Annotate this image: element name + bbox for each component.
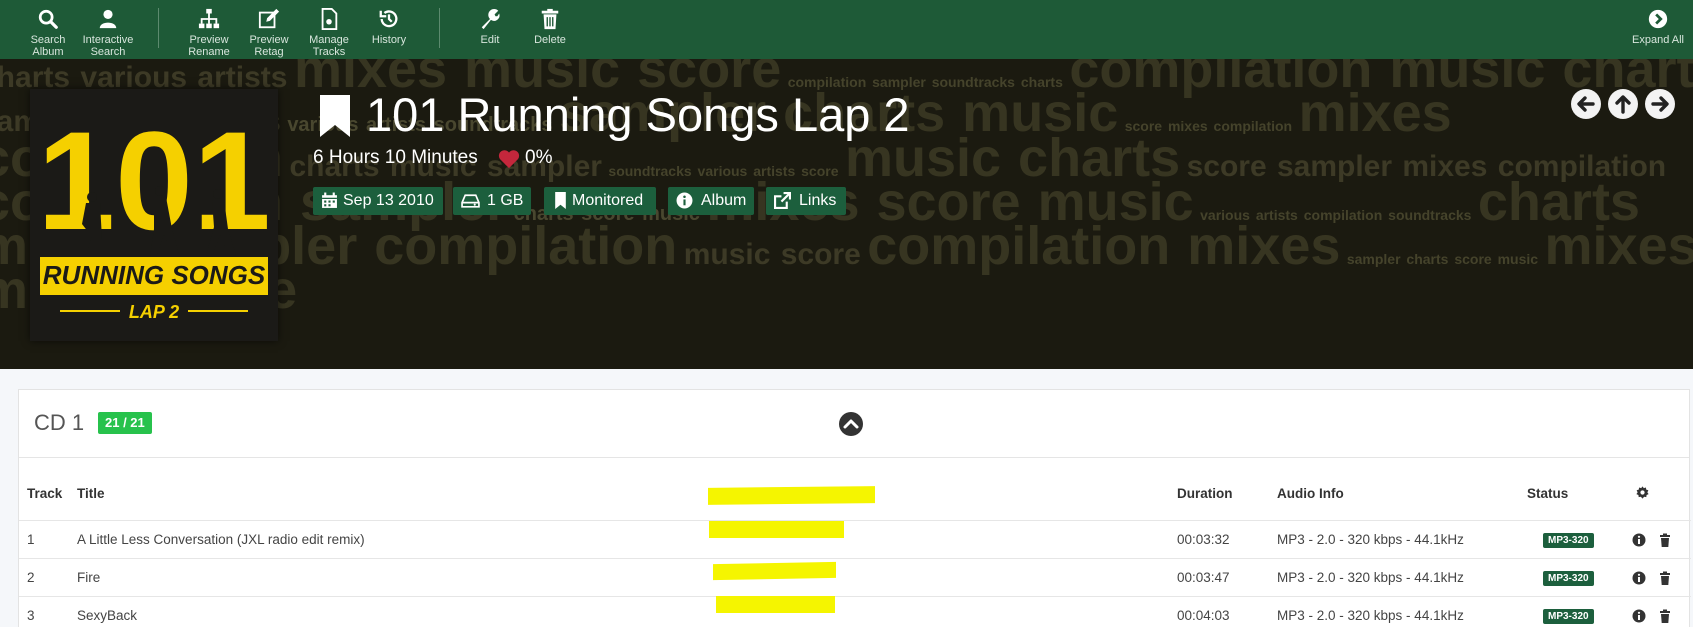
duration-header[interactable]: Duration — [1169, 458, 1269, 520]
search-album-button[interactable]: Search Album — [18, 6, 78, 58]
page-toolbar: Search Album Interactive Search Preview Ren… — [0, 0, 1693, 59]
quality-badge: MP3-320 — [1543, 570, 1594, 586]
track-title: SexyBack — [69, 595, 1169, 627]
trash-icon[interactable] — [1658, 533, 1672, 547]
redaction-highlight — [713, 561, 836, 581]
status-header[interactable]: Status — [1519, 458, 1624, 520]
cover-line2: LAP 2 — [129, 302, 179, 322]
track-status-cell: MP3-320 — [1519, 557, 1624, 596]
sitemap-icon — [179, 6, 239, 32]
wrench-icon — [460, 6, 520, 32]
collapse-disc-button[interactable] — [838, 411, 864, 437]
info-circle-icon[interactable] — [1632, 571, 1646, 585]
previous-album-button[interactable] — [1571, 89, 1601, 119]
preview-retag-button[interactable]: Preview Retag — [239, 6, 299, 58]
up-to-artist-button[interactable] — [1608, 89, 1638, 119]
table-options-cell — [1624, 458, 1691, 520]
album-header: charts various artists mixes music score… — [0, 59, 1693, 369]
file-icon — [299, 6, 359, 32]
track-audio-info: MP3 - 2.0 - 320 kbps - 44.1kHz — [1269, 557, 1519, 596]
info-circle-icon[interactable] — [1632, 609, 1646, 623]
trash-icon[interactable] — [1658, 609, 1672, 623]
track-table: Track Title Duration Audio Info Status 1… — [19, 458, 1691, 627]
table-row[interactable]: 3 SexyBack 00:04:03 MP3 - 2.0 - 320 kbps… — [19, 595, 1691, 627]
search-icon — [18, 6, 78, 32]
arrow-up-icon — [1609, 90, 1637, 118]
track-duration: 00:03:32 — [1169, 519, 1269, 558]
row-actions — [1624, 519, 1691, 558]
gear-icon[interactable] — [1636, 486, 1649, 499]
size-tag: 1 GB — [453, 187, 531, 215]
redaction-highlight — [709, 521, 844, 538]
delete-button[interactable]: Delete — [520, 6, 580, 46]
row-actions — [1624, 595, 1691, 627]
history-button[interactable]: History — [359, 6, 419, 46]
arrow-left-icon — [1572, 90, 1600, 118]
heart-icon — [498, 150, 520, 169]
bookmark-icon — [320, 95, 350, 137]
info-circle-icon — [676, 192, 693, 209]
table-row[interactable]: 2 Fire 00:03:47 MP3 - 2.0 - 320 kbps - 4… — [19, 557, 1691, 596]
album-runtime: 6 Hours 10 Minutes — [313, 147, 478, 168]
toolbar-separator — [158, 8, 159, 48]
redaction-highlight — [716, 596, 835, 613]
history-icon — [359, 6, 419, 32]
calendar-icon — [322, 192, 337, 208]
edit-button[interactable]: Edit — [460, 6, 520, 46]
album-cover: 101 RUNNING SONGS LAP 2 — [30, 89, 278, 341]
trash-icon — [520, 6, 580, 32]
track-title: A Little Less Conversation (JXL radio ed… — [69, 519, 1169, 558]
track-count-badge: 21 / 21 — [98, 412, 152, 434]
track-duration: 00:04:03 — [1169, 595, 1269, 627]
expand-all-button[interactable]: Expand All — [1628, 6, 1688, 46]
track-status-cell: MP3-320 — [1519, 519, 1624, 558]
redaction-highlight — [708, 486, 875, 505]
disc-panel: CD 1 21 / 21 Track Title Duration Audio … — [18, 389, 1691, 627]
quality-badge: MP3-320 — [1543, 532, 1594, 548]
track-number: 2 — [19, 557, 69, 596]
manage-tracks-button[interactable]: Manage Tracks — [299, 6, 359, 58]
table-row[interactable]: 1 A Little Less Conversation (JXL radio … — [19, 519, 1691, 558]
arrow-right-icon — [1646, 90, 1674, 118]
row-actions — [1624, 557, 1691, 596]
toolbar-separator — [439, 8, 440, 48]
track-audio-info: MP3 - 2.0 - 320 kbps - 44.1kHz — [1269, 595, 1519, 627]
quality-badge: MP3-320 — [1543, 608, 1594, 624]
track-header[interactable]: Track — [19, 458, 69, 520]
track-number: 1 — [19, 519, 69, 558]
trash-icon[interactable] — [1658, 571, 1672, 585]
user-icon — [78, 6, 138, 32]
title-header[interactable]: Title — [69, 458, 1169, 520]
album-type-tag: Album — [668, 187, 754, 215]
track-audio-info: MP3 - 2.0 - 320 kbps - 44.1kHz — [1269, 519, 1519, 558]
track-duration: 00:03:47 — [1169, 557, 1269, 596]
track-status-cell: MP3-320 — [1519, 595, 1624, 627]
external-link-icon — [774, 192, 791, 209]
disc-title: CD 1 — [34, 410, 85, 435]
interactive-search-button[interactable]: Interactive Search — [78, 6, 138, 58]
album-rating: 0% — [525, 147, 553, 168]
album-cover-art: 101 RUNNING SONGS LAP 2 — [30, 89, 278, 341]
info-circle-icon[interactable] — [1632, 533, 1646, 547]
cover-line1: RUNNING SONGS — [43, 260, 266, 290]
bookmark-icon — [555, 192, 566, 209]
chevron-right-circle-icon — [1628, 6, 1688, 32]
monitored-tag[interactable]: Monitored — [544, 187, 656, 215]
edit-icon — [239, 6, 299, 32]
track-title: Fire — [69, 557, 1169, 596]
hard-drive-icon — [461, 194, 480, 208]
audio-info-header[interactable]: Audio Info — [1269, 458, 1519, 520]
track-number: 3 — [19, 595, 69, 627]
links-tag[interactable]: Links — [766, 187, 846, 215]
release-date-tag: Sep 13 2010 — [313, 187, 443, 215]
preview-rename-button[interactable]: Preview Rename — [179, 6, 239, 58]
album-title: 101 Running Songs Lap 2 — [366, 88, 910, 141]
next-album-button[interactable] — [1645, 89, 1675, 119]
